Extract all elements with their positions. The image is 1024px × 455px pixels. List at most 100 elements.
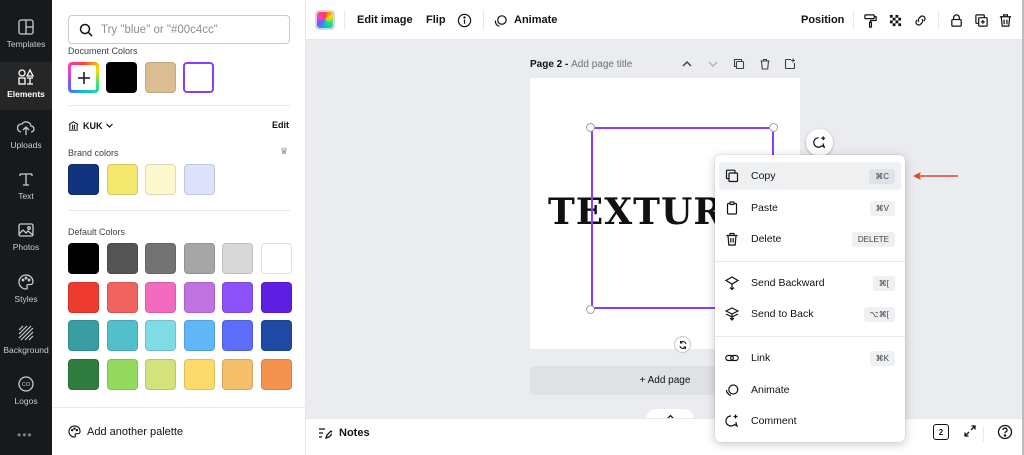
default-color-swatch[interactable]: [68, 320, 99, 351]
menu-item-link[interactable]: Link ⌘K: [719, 344, 901, 372]
default-color-swatch[interactable]: [260, 281, 292, 313]
brand-edit-link[interactable]: Edit: [272, 120, 289, 130]
sidebar-item-templates[interactable]: Templates: [0, 12, 52, 60]
sidebar-item-label: Elements: [7, 89, 45, 99]
sidebar-item-uploads[interactable]: Uploads: [0, 113, 52, 161]
document-color-swatch[interactable]: [183, 62, 214, 93]
help-button[interactable]: [997, 424, 1013, 440]
brand-kit-name: KUK: [83, 120, 103, 131]
sidebar-item-photos[interactable]: Photos: [0, 215, 52, 263]
menu-item-animate[interactable]: Animate: [719, 376, 901, 404]
sidebar-item-label: Logos: [14, 396, 38, 406]
lock-button[interactable]: [949, 0, 964, 40]
default-color-swatch[interactable]: [68, 281, 99, 313]
notes-button[interactable]: Notes: [318, 426, 370, 440]
default-color-swatch[interactable]: [106, 243, 138, 274]
brand-color-swatch[interactable]: [145, 164, 176, 195]
rotate-handle[interactable]: [674, 336, 691, 353]
resize-handle[interactable]: [586, 305, 595, 314]
copy-style-button[interactable]: [863, 0, 878, 40]
default-color-swatch[interactable]: [222, 243, 253, 274]
default-color-swatch[interactable]: [145, 243, 176, 274]
templates-icon: [18, 19, 34, 35]
add-palette-label: Add another palette: [87, 425, 184, 438]
edit-image-button[interactable]: Edit image: [357, 0, 413, 40]
menu-item-paste[interactable]: Paste ⌘V: [719, 194, 901, 222]
menu-item-send-backward[interactable]: Send Backward ⌘[: [719, 269, 901, 297]
duplicate-page-button[interactable]: [733, 58, 745, 73]
brand-color-swatch[interactable]: [183, 164, 215, 195]
add-page-icon: [784, 58, 796, 70]
default-color-swatch[interactable]: [183, 320, 215, 351]
page-count-button[interactable]: 2: [933, 424, 949, 440]
logos-icon: CO: [18, 376, 34, 392]
default-color-swatch[interactable]: [106, 320, 138, 351]
document-color-swatch[interactable]: [144, 62, 176, 93]
default-color-swatch[interactable]: [145, 281, 176, 313]
shortcut-badge: DELETE: [851, 231, 895, 247]
sidebar-item-text[interactable]: Text: [0, 164, 52, 212]
menu-item-comment[interactable]: Comment: [719, 407, 901, 435]
search-input[interactable]: [101, 23, 281, 36]
default-color-swatch[interactable]: [260, 320, 292, 351]
resize-handle[interactable]: [586, 123, 595, 132]
default-color-swatch[interactable]: [68, 358, 99, 390]
paint-roller-icon: [864, 13, 877, 28]
default-color-swatch[interactable]: [260, 243, 292, 274]
page-title-bar[interactable]: Page 2 - Add page title: [530, 59, 632, 70]
menu-item-copy[interactable]: Copy ⌘C: [719, 162, 901, 190]
default-color-swatch[interactable]: [222, 358, 253, 390]
delete-button[interactable]: [998, 0, 1013, 40]
add-comment-button[interactable]: [806, 129, 833, 156]
page-down-button[interactable]: [707, 58, 719, 73]
sidebar-item-logos[interactable]: CO Logos: [0, 369, 52, 417]
delete-page-button[interactable]: [759, 58, 771, 73]
toolbar-divider: [483, 10, 484, 30]
default-color-swatch[interactable]: [183, 243, 215, 274]
default-color-swatch[interactable]: [68, 243, 99, 274]
transparency-icon: [889, 14, 902, 26]
document-color-swatch[interactable]: [106, 62, 137, 93]
add-palette-button[interactable]: Add another palette: [52, 407, 306, 455]
color-picker-button[interactable]: [315, 0, 335, 40]
resize-handle[interactable]: [769, 123, 778, 132]
sidebar-item-styles[interactable]: Styles: [0, 267, 52, 315]
default-color-swatch[interactable]: [222, 281, 253, 313]
menu-item-send-to-back[interactable]: Send to Back ⌥⌘[: [719, 300, 901, 328]
brand-kit-icon: [68, 121, 79, 131]
default-color-swatch[interactable]: [260, 358, 292, 390]
sidebar-item-background[interactable]: Background: [0, 318, 52, 366]
flip-button[interactable]: Flip: [426, 0, 446, 40]
info-icon: [457, 13, 472, 27]
brand-color-swatch[interactable]: [106, 164, 138, 195]
transparency-button[interactable]: [888, 0, 903, 40]
default-color-swatch[interactable]: [145, 320, 176, 351]
more-apps-icon[interactable]: •••: [17, 428, 33, 442]
default-color-swatch[interactable]: [145, 358, 176, 390]
add-page-icon-button[interactable]: [784, 58, 796, 73]
link-icon: [725, 354, 739, 362]
default-color-swatch[interactable]: [183, 358, 215, 390]
default-color-swatch[interactable]: [183, 281, 215, 313]
default-color-swatch[interactable]: [106, 358, 138, 390]
info-button[interactable]: [457, 0, 472, 40]
default-color-swatch[interactable]: [222, 320, 253, 351]
menu-item-label: Comment: [751, 415, 797, 427]
page-up-button[interactable]: [681, 58, 693, 73]
menu-item-delete[interactable]: Delete DELETE: [719, 225, 901, 253]
page-title-input[interactable]: Add page title: [571, 59, 632, 70]
link-button[interactable]: [913, 0, 928, 40]
brand-color-swatch[interactable]: [68, 164, 99, 195]
default-color-swatch[interactable]: [106, 281, 138, 313]
chevron-down-icon: [105, 123, 113, 128]
color-search[interactable]: [68, 15, 290, 44]
sidebar-item-elements[interactable]: Elements: [0, 62, 52, 110]
duplicate-button[interactable]: [974, 0, 989, 40]
toolbar-divider: [853, 10, 854, 30]
add-color-button[interactable]: [68, 62, 99, 93]
brand-kit-selector[interactable]: KUK: [68, 120, 118, 131]
fullscreen-button[interactable]: [963, 424, 977, 438]
position-button[interactable]: Position: [801, 0, 844, 40]
text-icon: [19, 173, 33, 186]
animate-button[interactable]: Animate: [493, 0, 557, 40]
